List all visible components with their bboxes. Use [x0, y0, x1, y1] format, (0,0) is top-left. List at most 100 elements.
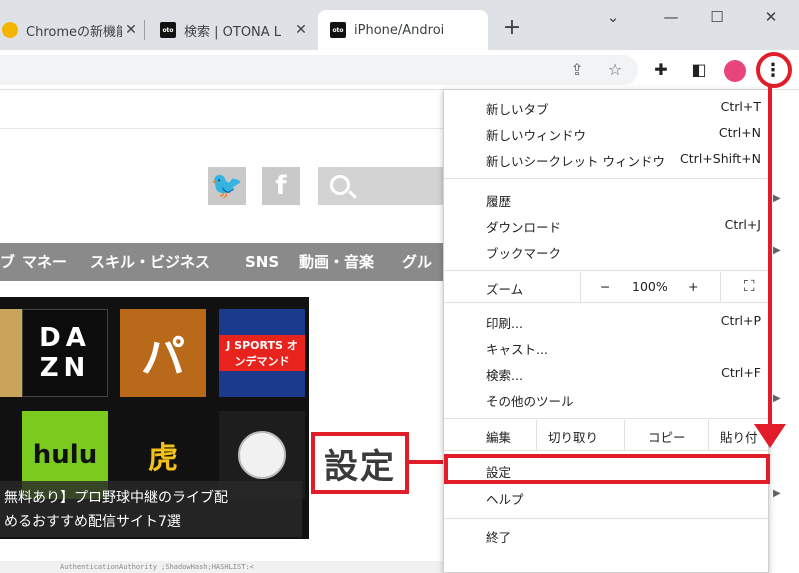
nav-item[interactable]: ブ	[0, 243, 15, 281]
menu-label: ダウンロード	[486, 220, 562, 235]
menu-separator	[444, 450, 770, 451]
tab-strip: Chromeの新機能 ✕ oto 検索 | OTONA L ✕ oto iPho…	[0, 0, 799, 50]
tab-title: 検索 | OTONA L	[184, 24, 282, 40]
chrome-main-menu: 新しいタブ Ctrl+T 新しいウィンドウ Ctrl+N 新しいシークレット ウ…	[443, 89, 770, 573]
zoom-label: ズーム	[486, 282, 524, 297]
search-icon	[330, 175, 350, 195]
toolbar: ⇪ ☆ ✚ ◧	[0, 50, 799, 90]
window-close-button[interactable]: ✕	[756, 6, 786, 28]
tab-search-otona[interactable]: oto 検索 | OTONA L ✕	[160, 10, 310, 50]
menu-label: 終了	[486, 530, 512, 545]
nav-item-sns[interactable]: SNS	[245, 243, 279, 281]
oto-favicon-icon: oto	[330, 22, 346, 38]
nav-item-gourmet[interactable]: グル	[402, 243, 432, 281]
chevron-right-icon: ▶	[773, 488, 781, 499]
site-search-box[interactable]	[318, 167, 448, 205]
extensions-puzzle-icon[interactable]: ✚	[650, 59, 672, 81]
menu-separator	[444, 518, 770, 519]
menu-shortcut: Ctrl+P	[720, 313, 761, 328]
zoom-level: 100%	[632, 279, 668, 294]
zoom-out-button[interactable]: −	[600, 279, 610, 294]
tab-title: Chromeの新機能	[26, 24, 122, 40]
caption-line-2: めるおすすめ配信サイト7選	[4, 514, 181, 530]
menu-item-new-incognito[interactable]: 新しいシークレット ウィンドウ Ctrl+Shift+N	[444, 146, 770, 172]
minimize-button[interactable]: —	[656, 6, 686, 28]
nav-item-money[interactable]: マネー	[22, 243, 67, 281]
copy-button[interactable]: コピー	[648, 427, 686, 446]
site-nav-bar: ブ マネー スキル・ビジネス SNS 動画・音楽 グル	[0, 243, 443, 281]
chrome-icon	[2, 22, 18, 38]
edit-divider	[536, 420, 537, 450]
tab-chrome-features[interactable]: Chromeの新機能 ✕	[0, 10, 140, 50]
menu-item-new-tab[interactable]: 新しいタブ Ctrl+T	[444, 94, 770, 120]
chevron-right-icon: ▶	[773, 393, 781, 404]
menu-button-highlight-ring	[756, 52, 792, 88]
zoom-in-button[interactable]: +	[688, 279, 698, 294]
menu-label: ブックマーク	[486, 246, 562, 261]
menu-item-bookmarks[interactable]: ブックマーク	[444, 238, 770, 264]
settings-callout-label: 設定	[311, 432, 409, 494]
annotation-arrow-head	[754, 424, 786, 448]
tab-divider	[144, 20, 145, 40]
maximize-button[interactable]: ☐	[702, 6, 732, 28]
article-caption[interactable]: 無料あり】プロ野球中継のライブ配 めるおすすめ配信サイト7選	[0, 481, 302, 537]
menu-label: 新しいタブ	[486, 102, 549, 117]
nav-item-video-music[interactable]: 動画・音楽	[299, 243, 374, 281]
menu-item-new-window[interactable]: 新しいウィンドウ Ctrl+N	[444, 120, 770, 146]
menu-label: 印刷...	[486, 316, 523, 331]
bookmark-star-icon[interactable]: ☆	[604, 59, 626, 81]
profile-avatar[interactable]	[724, 60, 746, 82]
paste-button[interactable]: 貼り付	[720, 427, 758, 446]
chevron-right-icon: ▶	[773, 193, 781, 204]
cut-button[interactable]: 切り取り	[548, 427, 598, 446]
menu-label: 履歴	[486, 194, 512, 209]
side-panel-icon[interactable]: ◧	[688, 59, 710, 81]
dazn-logo: DA ZN	[22, 309, 108, 397]
menu-label: 設定	[486, 465, 512, 480]
menu-label: その他のツール	[486, 394, 574, 409]
menu-label: 新しいウィンドウ	[486, 128, 587, 143]
tab-title: iPhone/Androi	[354, 22, 445, 38]
oto-favicon-icon: oto	[160, 22, 176, 38]
menu-label: ヘルプ	[486, 492, 524, 507]
jsports-label: J SPORTS オンデマンド	[219, 335, 305, 371]
menu-item-more-tools[interactable]: その他のツール	[444, 386, 770, 412]
new-tab-button[interactable]: +	[500, 17, 524, 41]
tab-iphone-android[interactable]: oto iPhone/Androi	[318, 10, 488, 50]
tab-search-dropdown-icon[interactable]: ⌄	[598, 6, 628, 28]
menu-shortcut: Ctrl+N	[718, 125, 761, 140]
menu-shortcut: Ctrl+J	[724, 217, 761, 232]
menu-item-print[interactable]: 印刷... Ctrl+P	[444, 308, 770, 334]
address-bar[interactable]	[0, 55, 638, 85]
menu-edit-row: 編集 切り取り コピー 貼り付	[444, 420, 770, 450]
twitter-icon[interactable]: 🐦	[208, 167, 246, 205]
menu-item-history[interactable]: 履歴	[444, 186, 770, 212]
share-icon[interactable]: ⇪	[566, 59, 588, 81]
menu-separator	[444, 418, 770, 419]
facebook-icon[interactable]: f	[262, 167, 300, 205]
edit-divider	[708, 420, 709, 450]
annotation-arrow-line	[768, 84, 772, 434]
zoom-divider	[580, 272, 581, 302]
menu-item-exit[interactable]: 終了	[444, 522, 770, 548]
caption-line-1: 無料あり】プロ野球中継のライブ配	[4, 490, 228, 506]
menu-item-settings[interactable]: 設定	[444, 454, 770, 484]
edit-divider	[624, 420, 625, 450]
menu-item-find[interactable]: 検索... Ctrl+F	[444, 360, 770, 386]
chevron-right-icon: ▶	[773, 245, 781, 256]
menu-label: 検索...	[486, 368, 523, 383]
menu-label: キャスト...	[486, 342, 548, 357]
menu-item-downloads[interactable]: ダウンロード Ctrl+J	[444, 212, 770, 238]
pa-league-logo: パ	[120, 309, 206, 397]
fullscreen-icon[interactable]: ⛶	[744, 277, 755, 295]
menu-separator	[444, 302, 770, 303]
menu-shortcut: Ctrl+Shift+N	[680, 151, 761, 166]
close-icon[interactable]: ✕	[292, 22, 310, 38]
menu-label: 新しいシークレット ウィンドウ	[486, 154, 665, 169]
menu-item-cast[interactable]: キャスト...	[444, 334, 770, 360]
nav-item-skill-business[interactable]: スキル・ビジネス	[90, 243, 210, 281]
menu-item-help[interactable]: ヘルプ	[444, 484, 770, 510]
code-snippet-strip: AuthenticationAuthority ;ShadowHash;HASH…	[0, 561, 443, 573]
menu-separator	[444, 178, 770, 179]
close-icon[interactable]: ✕	[122, 22, 140, 38]
